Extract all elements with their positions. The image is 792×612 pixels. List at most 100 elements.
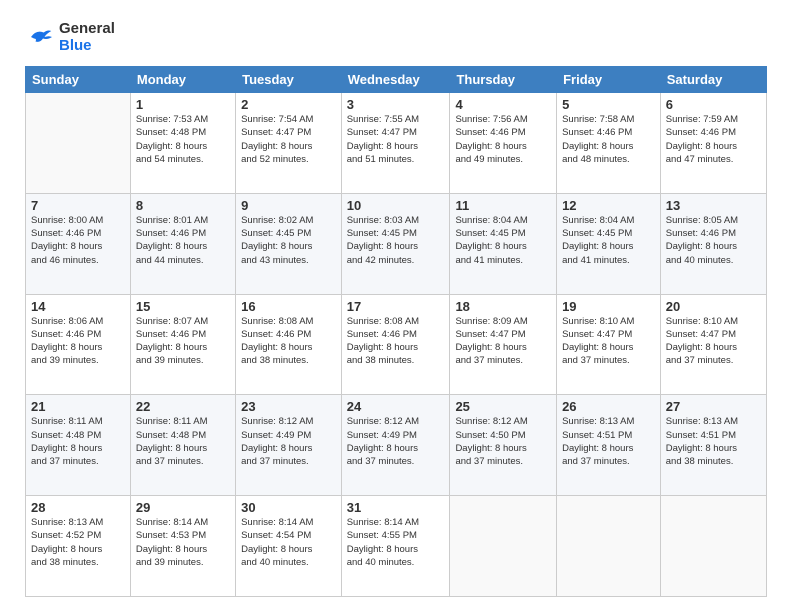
calendar-cell [557, 496, 661, 597]
day-number: 26 [562, 399, 655, 414]
day-info: Sunrise: 8:13 AM Sunset: 4:52 PM Dayligh… [31, 516, 125, 569]
calendar-cell: 9Sunrise: 8:02 AM Sunset: 4:45 PM Daylig… [236, 193, 342, 294]
day-number: 14 [31, 299, 125, 314]
day-number: 15 [136, 299, 230, 314]
day-number: 8 [136, 198, 230, 213]
header: General Blue [25, 20, 767, 54]
day-number: 19 [562, 299, 655, 314]
day-info: Sunrise: 7:55 AM Sunset: 4:47 PM Dayligh… [347, 113, 445, 166]
day-info: Sunrise: 8:06 AM Sunset: 4:46 PM Dayligh… [31, 315, 125, 368]
day-number: 27 [666, 399, 761, 414]
day-number: 28 [31, 500, 125, 515]
day-number: 4 [455, 97, 551, 112]
day-number: 10 [347, 198, 445, 213]
calendar-cell: 25Sunrise: 8:12 AM Sunset: 4:50 PM Dayli… [450, 395, 557, 496]
calendar-cell: 12Sunrise: 8:04 AM Sunset: 4:45 PM Dayli… [557, 193, 661, 294]
header-wednesday: Wednesday [341, 67, 450, 93]
calendar-cell: 29Sunrise: 8:14 AM Sunset: 4:53 PM Dayli… [130, 496, 235, 597]
logo-icon [25, 22, 55, 52]
day-number: 30 [241, 500, 336, 515]
day-info: Sunrise: 8:01 AM Sunset: 4:46 PM Dayligh… [136, 214, 230, 267]
day-info: Sunrise: 7:54 AM Sunset: 4:47 PM Dayligh… [241, 113, 336, 166]
day-info: Sunrise: 8:09 AM Sunset: 4:47 PM Dayligh… [455, 315, 551, 368]
day-number: 11 [455, 198, 551, 213]
header-monday: Monday [130, 67, 235, 93]
day-number: 6 [666, 97, 761, 112]
header-tuesday: Tuesday [236, 67, 342, 93]
day-info: Sunrise: 8:00 AM Sunset: 4:46 PM Dayligh… [31, 214, 125, 267]
calendar-week-3: 14Sunrise: 8:06 AM Sunset: 4:46 PM Dayli… [26, 294, 767, 395]
day-number: 25 [455, 399, 551, 414]
calendar-cell: 14Sunrise: 8:06 AM Sunset: 4:46 PM Dayli… [26, 294, 131, 395]
day-number: 13 [666, 198, 761, 213]
day-number: 16 [241, 299, 336, 314]
day-info: Sunrise: 7:53 AM Sunset: 4:48 PM Dayligh… [136, 113, 230, 166]
calendar-cell [26, 93, 131, 194]
day-number: 23 [241, 399, 336, 414]
day-info: Sunrise: 8:10 AM Sunset: 4:47 PM Dayligh… [562, 315, 655, 368]
day-info: Sunrise: 8:04 AM Sunset: 4:45 PM Dayligh… [455, 214, 551, 267]
calendar-week-5: 28Sunrise: 8:13 AM Sunset: 4:52 PM Dayli… [26, 496, 767, 597]
calendar-cell: 19Sunrise: 8:10 AM Sunset: 4:47 PM Dayli… [557, 294, 661, 395]
calendar-cell: 18Sunrise: 8:09 AM Sunset: 4:47 PM Dayli… [450, 294, 557, 395]
day-info: Sunrise: 8:12 AM Sunset: 4:50 PM Dayligh… [455, 415, 551, 468]
calendar-table: Sunday Monday Tuesday Wednesday Thursday… [25, 66, 767, 597]
calendar-cell: 2Sunrise: 7:54 AM Sunset: 4:47 PM Daylig… [236, 93, 342, 194]
calendar-cell: 31Sunrise: 8:14 AM Sunset: 4:55 PM Dayli… [341, 496, 450, 597]
header-sunday: Sunday [26, 67, 131, 93]
calendar-cell [660, 496, 766, 597]
day-info: Sunrise: 8:11 AM Sunset: 4:48 PM Dayligh… [31, 415, 125, 468]
day-number: 7 [31, 198, 125, 213]
calendar-week-2: 7Sunrise: 8:00 AM Sunset: 4:46 PM Daylig… [26, 193, 767, 294]
calendar-cell: 17Sunrise: 8:08 AM Sunset: 4:46 PM Dayli… [341, 294, 450, 395]
day-info: Sunrise: 8:08 AM Sunset: 4:46 PM Dayligh… [347, 315, 445, 368]
day-info: Sunrise: 8:13 AM Sunset: 4:51 PM Dayligh… [562, 415, 655, 468]
calendar-cell: 15Sunrise: 8:07 AM Sunset: 4:46 PM Dayli… [130, 294, 235, 395]
calendar-cell: 26Sunrise: 8:13 AM Sunset: 4:51 PM Dayli… [557, 395, 661, 496]
calendar-cell: 23Sunrise: 8:12 AM Sunset: 4:49 PM Dayli… [236, 395, 342, 496]
day-number: 1 [136, 97, 230, 112]
calendar-cell [450, 496, 557, 597]
day-info: Sunrise: 8:10 AM Sunset: 4:47 PM Dayligh… [666, 315, 761, 368]
calendar-cell: 8Sunrise: 8:01 AM Sunset: 4:46 PM Daylig… [130, 193, 235, 294]
day-info: Sunrise: 7:59 AM Sunset: 4:46 PM Dayligh… [666, 113, 761, 166]
calendar-cell: 21Sunrise: 8:11 AM Sunset: 4:48 PM Dayli… [26, 395, 131, 496]
day-info: Sunrise: 7:56 AM Sunset: 4:46 PM Dayligh… [455, 113, 551, 166]
day-info: Sunrise: 8:07 AM Sunset: 4:46 PM Dayligh… [136, 315, 230, 368]
day-info: Sunrise: 7:58 AM Sunset: 4:46 PM Dayligh… [562, 113, 655, 166]
day-info: Sunrise: 8:13 AM Sunset: 4:51 PM Dayligh… [666, 415, 761, 468]
logo: General Blue [25, 20, 115, 54]
day-number: 18 [455, 299, 551, 314]
day-number: 5 [562, 97, 655, 112]
day-info: Sunrise: 8:14 AM Sunset: 4:53 PM Dayligh… [136, 516, 230, 569]
day-number: 9 [241, 198, 336, 213]
weekday-header-row: Sunday Monday Tuesday Wednesday Thursday… [26, 67, 767, 93]
day-info: Sunrise: 8:05 AM Sunset: 4:46 PM Dayligh… [666, 214, 761, 267]
day-number: 31 [347, 500, 445, 515]
day-info: Sunrise: 8:14 AM Sunset: 4:55 PM Dayligh… [347, 516, 445, 569]
day-info: Sunrise: 8:14 AM Sunset: 4:54 PM Dayligh… [241, 516, 336, 569]
day-info: Sunrise: 8:03 AM Sunset: 4:45 PM Dayligh… [347, 214, 445, 267]
header-thursday: Thursday [450, 67, 557, 93]
calendar-cell: 6Sunrise: 7:59 AM Sunset: 4:46 PM Daylig… [660, 93, 766, 194]
calendar-week-4: 21Sunrise: 8:11 AM Sunset: 4:48 PM Dayli… [26, 395, 767, 496]
calendar-cell: 30Sunrise: 8:14 AM Sunset: 4:54 PM Dayli… [236, 496, 342, 597]
day-number: 22 [136, 399, 230, 414]
day-number: 29 [136, 500, 230, 515]
calendar-cell: 22Sunrise: 8:11 AM Sunset: 4:48 PM Dayli… [130, 395, 235, 496]
header-saturday: Saturday [660, 67, 766, 93]
calendar-cell: 20Sunrise: 8:10 AM Sunset: 4:47 PM Dayli… [660, 294, 766, 395]
calendar-cell: 16Sunrise: 8:08 AM Sunset: 4:46 PM Dayli… [236, 294, 342, 395]
logo-text: General Blue [59, 20, 115, 54]
day-info: Sunrise: 8:08 AM Sunset: 4:46 PM Dayligh… [241, 315, 336, 368]
day-number: 2 [241, 97, 336, 112]
day-info: Sunrise: 8:11 AM Sunset: 4:48 PM Dayligh… [136, 415, 230, 468]
calendar-cell: 4Sunrise: 7:56 AM Sunset: 4:46 PM Daylig… [450, 93, 557, 194]
day-number: 3 [347, 97, 445, 112]
day-info: Sunrise: 8:12 AM Sunset: 4:49 PM Dayligh… [347, 415, 445, 468]
calendar-cell: 7Sunrise: 8:00 AM Sunset: 4:46 PM Daylig… [26, 193, 131, 294]
calendar-cell: 3Sunrise: 7:55 AM Sunset: 4:47 PM Daylig… [341, 93, 450, 194]
calendar-cell: 11Sunrise: 8:04 AM Sunset: 4:45 PM Dayli… [450, 193, 557, 294]
day-number: 17 [347, 299, 445, 314]
day-number: 20 [666, 299, 761, 314]
